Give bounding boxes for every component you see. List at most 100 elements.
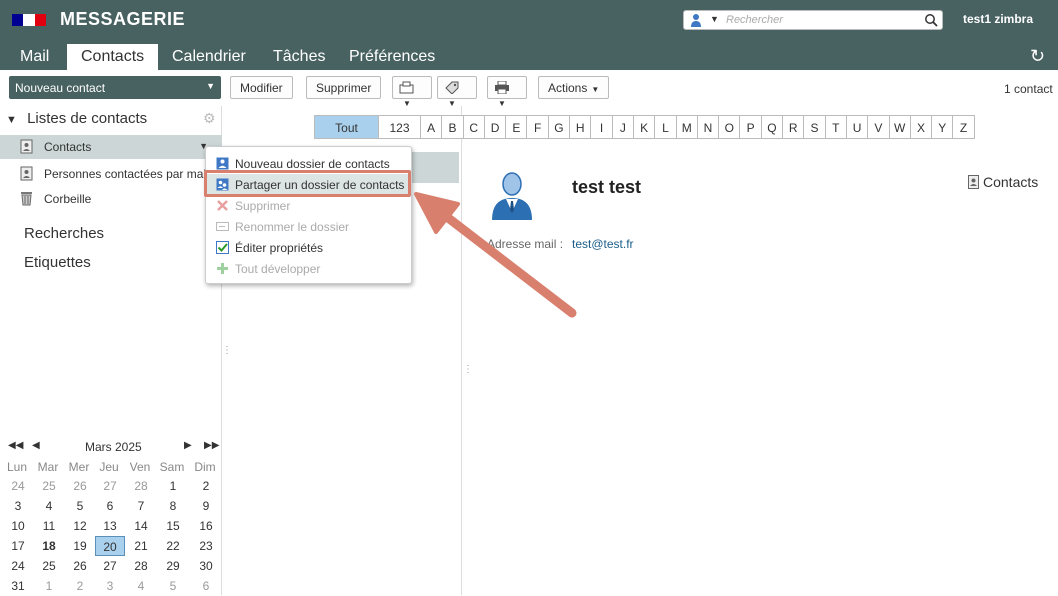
tab-calendar[interactable]: Calendrier [158,44,260,70]
tab-preferences[interactable]: Préférences [335,44,449,70]
refresh-icon[interactable]: ↻ [1030,46,1045,67]
searches-section[interactable]: Recherches [24,225,104,242]
calendar-day[interactable]: 2 [65,576,95,596]
calendar-day[interactable]: 5 [65,496,95,516]
email-link[interactable]: test@test.fr [572,237,634,251]
alpha-filter-g[interactable]: G [548,115,571,139]
alpha-filter-w[interactable]: W [889,115,911,139]
menu-item-expand-all[interactable]: Tout développer [206,258,411,279]
alpha-filter-t[interactable]: T [825,115,847,139]
alpha-filter-u[interactable]: U [846,115,869,139]
calendar-day[interactable]: 12 [65,516,95,536]
alpha-filter-o[interactable]: O [719,115,741,139]
menu-item-edit-properties[interactable]: Éditer propriétés [206,237,411,258]
alpha-filter-q[interactable]: Q [761,115,784,139]
tab-contacts[interactable]: Contacts [67,44,159,70]
next-year-icon[interactable]: ▶▶ [204,440,219,451]
calendar-day[interactable]: 14 [126,516,156,536]
modify-button[interactable]: Modifier [230,76,293,99]
delete-button[interactable]: Supprimer [306,76,382,99]
alpha-filter-j[interactable]: J [612,115,634,139]
calendar-day[interactable]: 26 [65,556,95,576]
calendar-day[interactable]: 24 [3,476,33,496]
calendar-day[interactable]: 28 [126,556,156,576]
calendar-day[interactable]: 6 [95,496,125,516]
calendar-day[interactable]: 27 [95,476,125,496]
contact-lists-header[interactable]: ▼ Listes de contacts [6,110,147,127]
calendar-day[interactable]: 7 [126,496,156,516]
move-button[interactable]: ▼ [392,76,432,108]
alpha-filter-e[interactable]: E [506,115,528,139]
calendar-day[interactable]: 9 [191,496,221,516]
user-menu[interactable]: test1 zimbra [963,12,1033,26]
calendar-day[interactable]: 19 [65,536,95,556]
calendar-day[interactable]: 1 [158,476,188,496]
gear-icon[interactable]: ⚙ [203,110,216,127]
calendar-day[interactable]: 24 [3,556,33,576]
alpha-filter-y[interactable]: Y [932,115,954,139]
calendar-day[interactable]: 6 [191,576,221,596]
calendar-day[interactable]: 13 [95,516,125,536]
alpha-filter-i[interactable]: I [591,115,613,139]
sidebar-item-trash[interactable]: Corbeille [0,187,222,211]
calendar-day[interactable]: 3 [95,576,125,596]
calendar-day[interactable]: 10 [3,516,33,536]
alpha-filter-k[interactable]: K [633,115,656,139]
new-contact-button[interactable]: Nouveau contact ▼ [9,76,221,99]
search-type-chevron-icon[interactable]: ▼ [710,14,719,24]
alpha-filter-all[interactable]: Tout [314,115,379,139]
actions-button[interactable]: Actions ▼ [538,76,610,99]
calendar-day[interactable]: 3 [3,496,33,516]
alpha-filter-p[interactable]: P [740,115,762,139]
menu-item-rename[interactable]: Renommer le dossier [206,216,411,237]
calendar-day[interactable]: 23 [191,536,221,556]
tab-tasks[interactable]: Tâches [259,44,339,70]
alpha-filter-123[interactable]: 123 [379,115,421,139]
previous-year-icon[interactable]: ◀◀ [8,440,23,451]
sidebar-resize-handle[interactable]: ⋮ [222,345,232,356]
calendar-day[interactable]: 15 [158,516,188,536]
alpha-filter-z[interactable]: Z [953,115,975,139]
calendar-day[interactable]: 16 [191,516,221,536]
menu-item-delete[interactable]: Supprimer [206,195,411,216]
calendar-day[interactable]: 17 [3,536,33,556]
tags-section[interactable]: Etiquettes [24,254,91,271]
calendar-day[interactable]: 25 [34,476,64,496]
calendar-day[interactable]: 22 [158,536,188,556]
search-input[interactable]: Rechercher [726,14,783,26]
calendar-day[interactable]: 8 [158,496,188,516]
collapse-triangle-icon[interactable]: ▼ [6,114,17,126]
search-box[interactable]: ▼ Rechercher [683,10,943,30]
alpha-filter-a[interactable]: A [421,115,443,139]
alpha-filter-d[interactable]: D [484,115,507,139]
search-icon[interactable] [924,13,938,27]
calendar-day[interactable]: 25 [34,556,64,576]
alpha-filter-m[interactable]: M [676,115,698,139]
list-resize-handle[interactable]: ⋮ [463,364,473,375]
alpha-filter-v[interactable]: V [868,115,890,139]
calendar-day[interactable]: 21 [126,536,156,556]
alpha-filter-s[interactable]: S [804,115,826,139]
calendar-day[interactable]: 2 [191,476,221,496]
previous-month-icon[interactable]: ◀ [32,440,40,451]
calendar-day[interactable]: 29 [158,556,188,576]
calendar-day[interactable]: 18 [34,536,64,556]
calendar-day[interactable]: 30 [191,556,221,576]
sidebar-item-emailed-contacts[interactable]: Personnes contactées par mail [0,162,222,186]
alpha-filter-h[interactable]: H [570,115,592,139]
calendar-day[interactable]: 28 [126,476,156,496]
tab-mail[interactable]: Mail [6,44,63,70]
alpha-filter-c[interactable]: C [463,115,485,139]
alpha-filter-n[interactable]: N [697,115,720,139]
calendar-day[interactable]: 11 [34,516,64,536]
calendar-day[interactable]: 27 [95,556,125,576]
next-month-icon[interactable]: ▶ [184,440,192,451]
alpha-filter-r[interactable]: R [783,115,805,139]
calendar-day[interactable]: 26 [65,476,95,496]
calendar-day[interactable]: 4 [34,496,64,516]
alpha-filter-x[interactable]: X [910,115,933,139]
alpha-filter-b[interactable]: B [442,115,464,139]
calendar-day[interactable]: 1 [34,576,64,596]
calendar-day[interactable]: 31 [3,576,33,596]
calendar-day[interactable]: 20 [95,536,125,556]
